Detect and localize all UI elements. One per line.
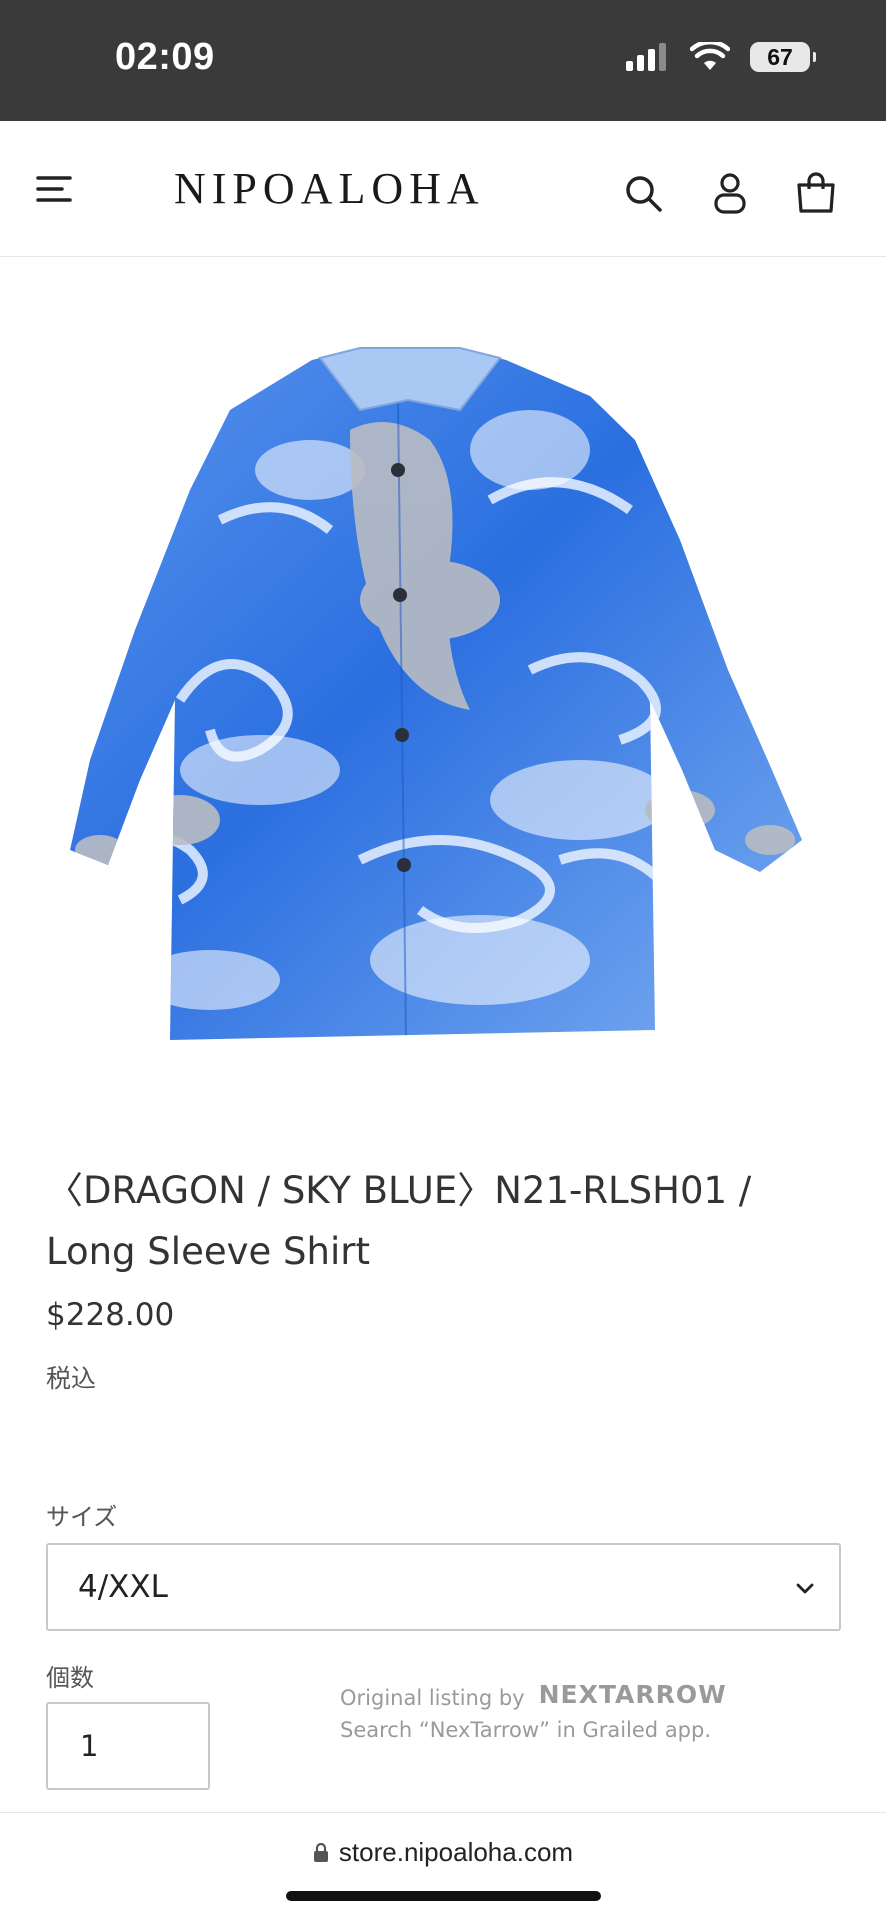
status-time: 02:09: [115, 36, 215, 78]
lock-icon: [313, 1842, 328, 1862]
nextarrow-watermark: Original listing by NEXTARROW Search “Ne…: [340, 1680, 727, 1742]
battery-level: 67: [767, 43, 793, 70]
watermark-line2: Search “NexTarrow” in Grailed app.: [340, 1718, 712, 1742]
account-icon[interactable]: [708, 171, 752, 215]
product-price: $228.00: [46, 1297, 175, 1333]
size-selected-value: 4/XXL: [78, 1569, 168, 1605]
status-icons: 67: [626, 42, 816, 72]
chevron-down-icon: [796, 1583, 814, 1594]
size-select[interactable]: 4/XXL: [46, 1543, 841, 1631]
battery-icon: 67: [750, 42, 816, 72]
watermark-brand: NEXTARROW: [538, 1680, 727, 1709]
status-bar: 02:09 67: [0, 0, 886, 121]
browser-url-bar[interactable]: store.nipoaloha.com: [0, 1812, 886, 1920]
product-title: 〈DRAGON / SKY BLUE〉N21-RLSH01 / Long Sle…: [46, 1169, 752, 1273]
cart-icon[interactable]: [794, 171, 838, 215]
wifi-icon: [690, 42, 730, 70]
search-icon[interactable]: [621, 171, 665, 215]
watermark-line1: Original listing by: [340, 1685, 525, 1710]
site-header: NIPOALOHA: [0, 121, 886, 257]
menu-icon[interactable]: [36, 171, 72, 207]
home-indicator[interactable]: [286, 1891, 601, 1901]
size-label: サイズ: [46, 1504, 118, 1531]
quantity-input[interactable]: [46, 1702, 210, 1790]
quantity-label: 個数: [46, 1665, 94, 1692]
signal-icon: [626, 43, 666, 71]
product-image[interactable]: [60, 340, 826, 1060]
url-text: store.nipoaloha.com: [338, 1837, 574, 1867]
store-logo[interactable]: NIPOALOHA: [174, 163, 485, 214]
tax-note: 税込: [46, 1365, 97, 1393]
